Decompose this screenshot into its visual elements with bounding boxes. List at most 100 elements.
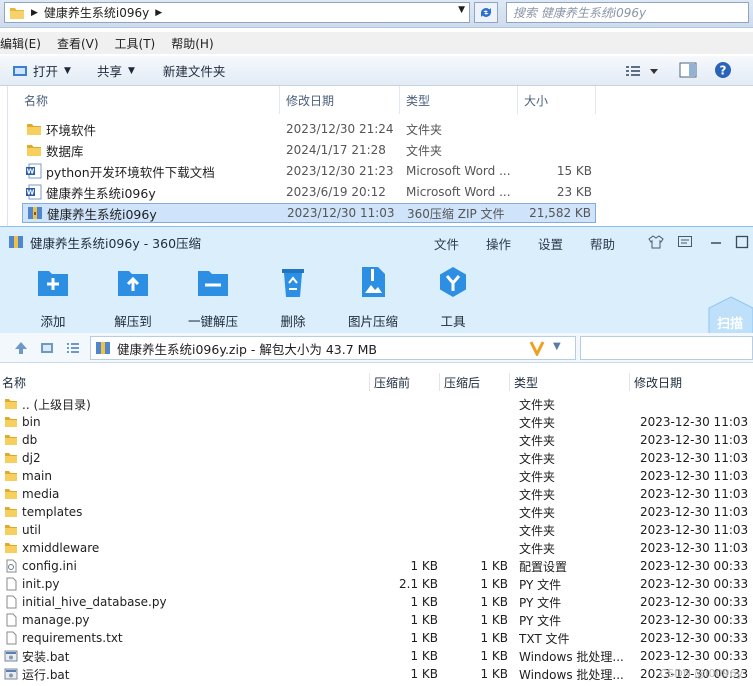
zip-row-after: 1 KB (480, 613, 508, 627)
zip-row-type: 文件夹 (519, 541, 556, 556)
zip-row-type: PY 文件 (519, 595, 562, 610)
chevron-down-icon: ▼ (127, 65, 135, 76)
zip-column-date[interactable]: 修改日期 (630, 373, 753, 391)
tools-button[interactable]: 工具 (413, 265, 493, 330)
zip-table-row[interactable]: media 文件夹 2023-12-30 11:03 (0, 485, 753, 503)
preview-pane-button[interactable] (679, 62, 697, 78)
file-row[interactable]: W python开发环境软件下载文档 2023/12/30 21:23 Micr… (22, 161, 596, 181)
zip-table-row[interactable]: 安装.bat 1 KB 1 KB Windows 批处理... 2023-12-30 0… (0, 647, 753, 665)
zip-table-row[interactable]: initial_hive_database.py 1 KB 1 KB PY 文件 202… (0, 593, 753, 611)
explorer-window: ▶ 健康养生系统i096y ▶ ▼ 搜索 健康养生系统i096y 编辑(E) 查… (0, 0, 753, 232)
zip-search-input[interactable] (580, 336, 753, 360)
zip-menu-file[interactable]: 文件 (434, 234, 459, 253)
one-click-extract-button[interactable]: 一键解压 (173, 265, 253, 330)
zip-row-before: 2.1 KB (399, 577, 438, 591)
zip-table-row[interactable]: manage.py 1 KB 1 KB PY 文件 2023-12-30 00:33 (0, 611, 753, 629)
zip-table-row[interactable]: main 文件夹 2023-12-30 11:03 (0, 467, 753, 485)
chevron-right-icon[interactable]: ▶ (31, 8, 38, 18)
folder-icon (26, 142, 42, 158)
zip-row-name: 运行.bat (22, 667, 70, 682)
file-row-selected[interactable]: 健康养生系统i096y 2023/12/30 11:03 360压缩 ZIP 文… (22, 203, 596, 223)
file-type: Microsoft Word ... (406, 185, 511, 199)
zip-row-date: 2023-12-30 11:03 (640, 523, 749, 537)
zip-window-title: 健康养生系统i096y - 360压缩 (30, 235, 202, 251)
zip-menu-action[interactable]: 操作 (486, 234, 511, 253)
zip-path-field[interactable]: 健康养生系统i096y.zip - 解包大小为 43.7 MB ▼ (90, 336, 576, 360)
zip-table-row[interactable]: config.ini 1 KB 1 KB 配置设置 2023-12-30 00:33 (0, 557, 753, 575)
column-date[interactable]: 修改日期 (280, 86, 400, 114)
file-date: 2023/12/30 21:23 (286, 164, 394, 178)
address-bar[interactable]: ▶ 健康养生系统i096y ▶ ▼ (4, 2, 470, 23)
column-size[interactable]: 大小 (518, 86, 596, 114)
open-button[interactable]: 打开 ▼ (12, 61, 71, 80)
zip-column-after[interactable]: 压缩后 (440, 373, 510, 391)
zip-menu-help[interactable]: 帮助 (590, 234, 615, 253)
zip-table-row[interactable]: .. (上级目录) 文件夹 (0, 395, 753, 413)
zip-table-row[interactable]: bin 文件夹 2023-12-30 11:03 (0, 413, 753, 431)
zip-table-row[interactable]: xmiddleware 文件夹 2023-12-30 11:03 (0, 539, 753, 557)
file-row[interactable]: W 健康养生系统i096y 2023/6/19 20:12 Microsoft … (22, 182, 596, 202)
zip-row-name: config.ini (22, 559, 77, 573)
help-button[interactable]: ? (714, 61, 732, 79)
file-type: Microsoft Word ... (406, 164, 511, 178)
zip-table-row[interactable]: dj2 文件夹 2023-12-30 11:03 (0, 449, 753, 467)
menu-tools[interactable]: 工具(T) (115, 35, 156, 52)
column-name[interactable]: 名称 (10, 86, 280, 114)
extract-to-button[interactable]: 解压到 (93, 265, 173, 330)
chevron-down-icon[interactable]: ▼ (553, 341, 561, 352)
zip-icon (27, 205, 43, 221)
file-row[interactable]: 环境软件 2023/12/30 21:24 文件夹 (22, 119, 596, 139)
zip-table-row[interactable]: util 文件夹 2023-12-30 11:03 (0, 521, 753, 539)
open-icon (13, 65, 27, 76)
file-date: 2024/1/17 21:28 (286, 143, 386, 157)
minimize-icon[interactable] (708, 234, 724, 250)
zip-row-type: 文件夹 (519, 397, 556, 412)
add-button[interactable]: 添加 (13, 265, 93, 330)
zip-row-name: dj2 (22, 451, 41, 465)
refresh-button[interactable] (474, 2, 498, 23)
zip-column-name[interactable]: 名称 (0, 373, 370, 391)
zip-column-headers: 名称 压缩前 压缩后 类型 修改日期 (0, 373, 753, 391)
zip-table-row[interactable]: db 文件夹 2023-12-30 11:03 (0, 431, 753, 449)
view-thumbnail-icon[interactable] (40, 341, 54, 355)
tools-icon (440, 267, 466, 297)
v-logo-icon[interactable] (529, 340, 545, 356)
chevron-right-icon[interactable]: ▶ (155, 8, 162, 18)
view-list-icon[interactable] (66, 341, 80, 355)
up-arrow-icon[interactable] (14, 341, 28, 355)
menu-view[interactable]: 查看(V) (57, 35, 99, 52)
refresh-icon (481, 8, 491, 17)
navigation-pane[interactable] (0, 86, 8, 232)
zip-column-before[interactable]: 压缩前 (370, 373, 440, 391)
column-type[interactable]: 类型 (400, 86, 518, 114)
feedback-icon[interactable] (677, 234, 693, 250)
maximize-icon[interactable] (734, 234, 750, 250)
file-icon (4, 595, 18, 609)
zip-menu-settings[interactable]: 设置 (538, 234, 563, 253)
chevron-down-icon[interactable]: ▼ (458, 5, 465, 15)
zip-table-row[interactable]: init.py 2.1 KB 1 KB PY 文件 2023-12-30 00:33 (0, 575, 753, 593)
zip-row-type: 配置设置 (519, 559, 568, 574)
menu-help[interactable]: 帮助(H) (171, 35, 213, 52)
share-button[interactable]: 共享 ▼ (97, 61, 135, 80)
folder-icon (4, 451, 18, 465)
zip-row-name: init.py (22, 577, 60, 591)
zip-table-row[interactable]: templates 文件夹 2023-12-30 11:03 (0, 503, 753, 521)
word-icon: W (26, 184, 42, 200)
bat-icon (4, 649, 18, 663)
zip-row-name: templates (22, 505, 83, 519)
zip-row-name: xmiddleware (22, 541, 100, 555)
menu-edit[interactable]: 编辑(E) (0, 35, 41, 52)
new-folder-button[interactable]: 新建文件夹 (163, 61, 226, 80)
view-options-button[interactable] (626, 63, 658, 79)
zip-table-row[interactable]: 运行.bat 1 KB 1 KB Windows 批处理... 2023-12-30 0… (0, 665, 753, 683)
file-name: 健康养生系统i096y (46, 185, 156, 201)
tools-label: 工具 (440, 314, 466, 329)
search-input[interactable]: 搜索 健康养生系统i096y (506, 2, 749, 23)
skin-icon[interactable] (648, 234, 664, 250)
delete-button[interactable]: 删除 (253, 265, 333, 330)
zip-column-type[interactable]: 类型 (510, 373, 630, 391)
file-row[interactable]: 数据库 2024/1/17 21:28 文件夹 (22, 140, 596, 160)
image-compress-button[interactable]: 图片压缩 (333, 265, 413, 330)
zip-table-row[interactable]: requirements.txt 1 KB 1 KB TXT 文件 2023-12-30… (0, 629, 753, 647)
